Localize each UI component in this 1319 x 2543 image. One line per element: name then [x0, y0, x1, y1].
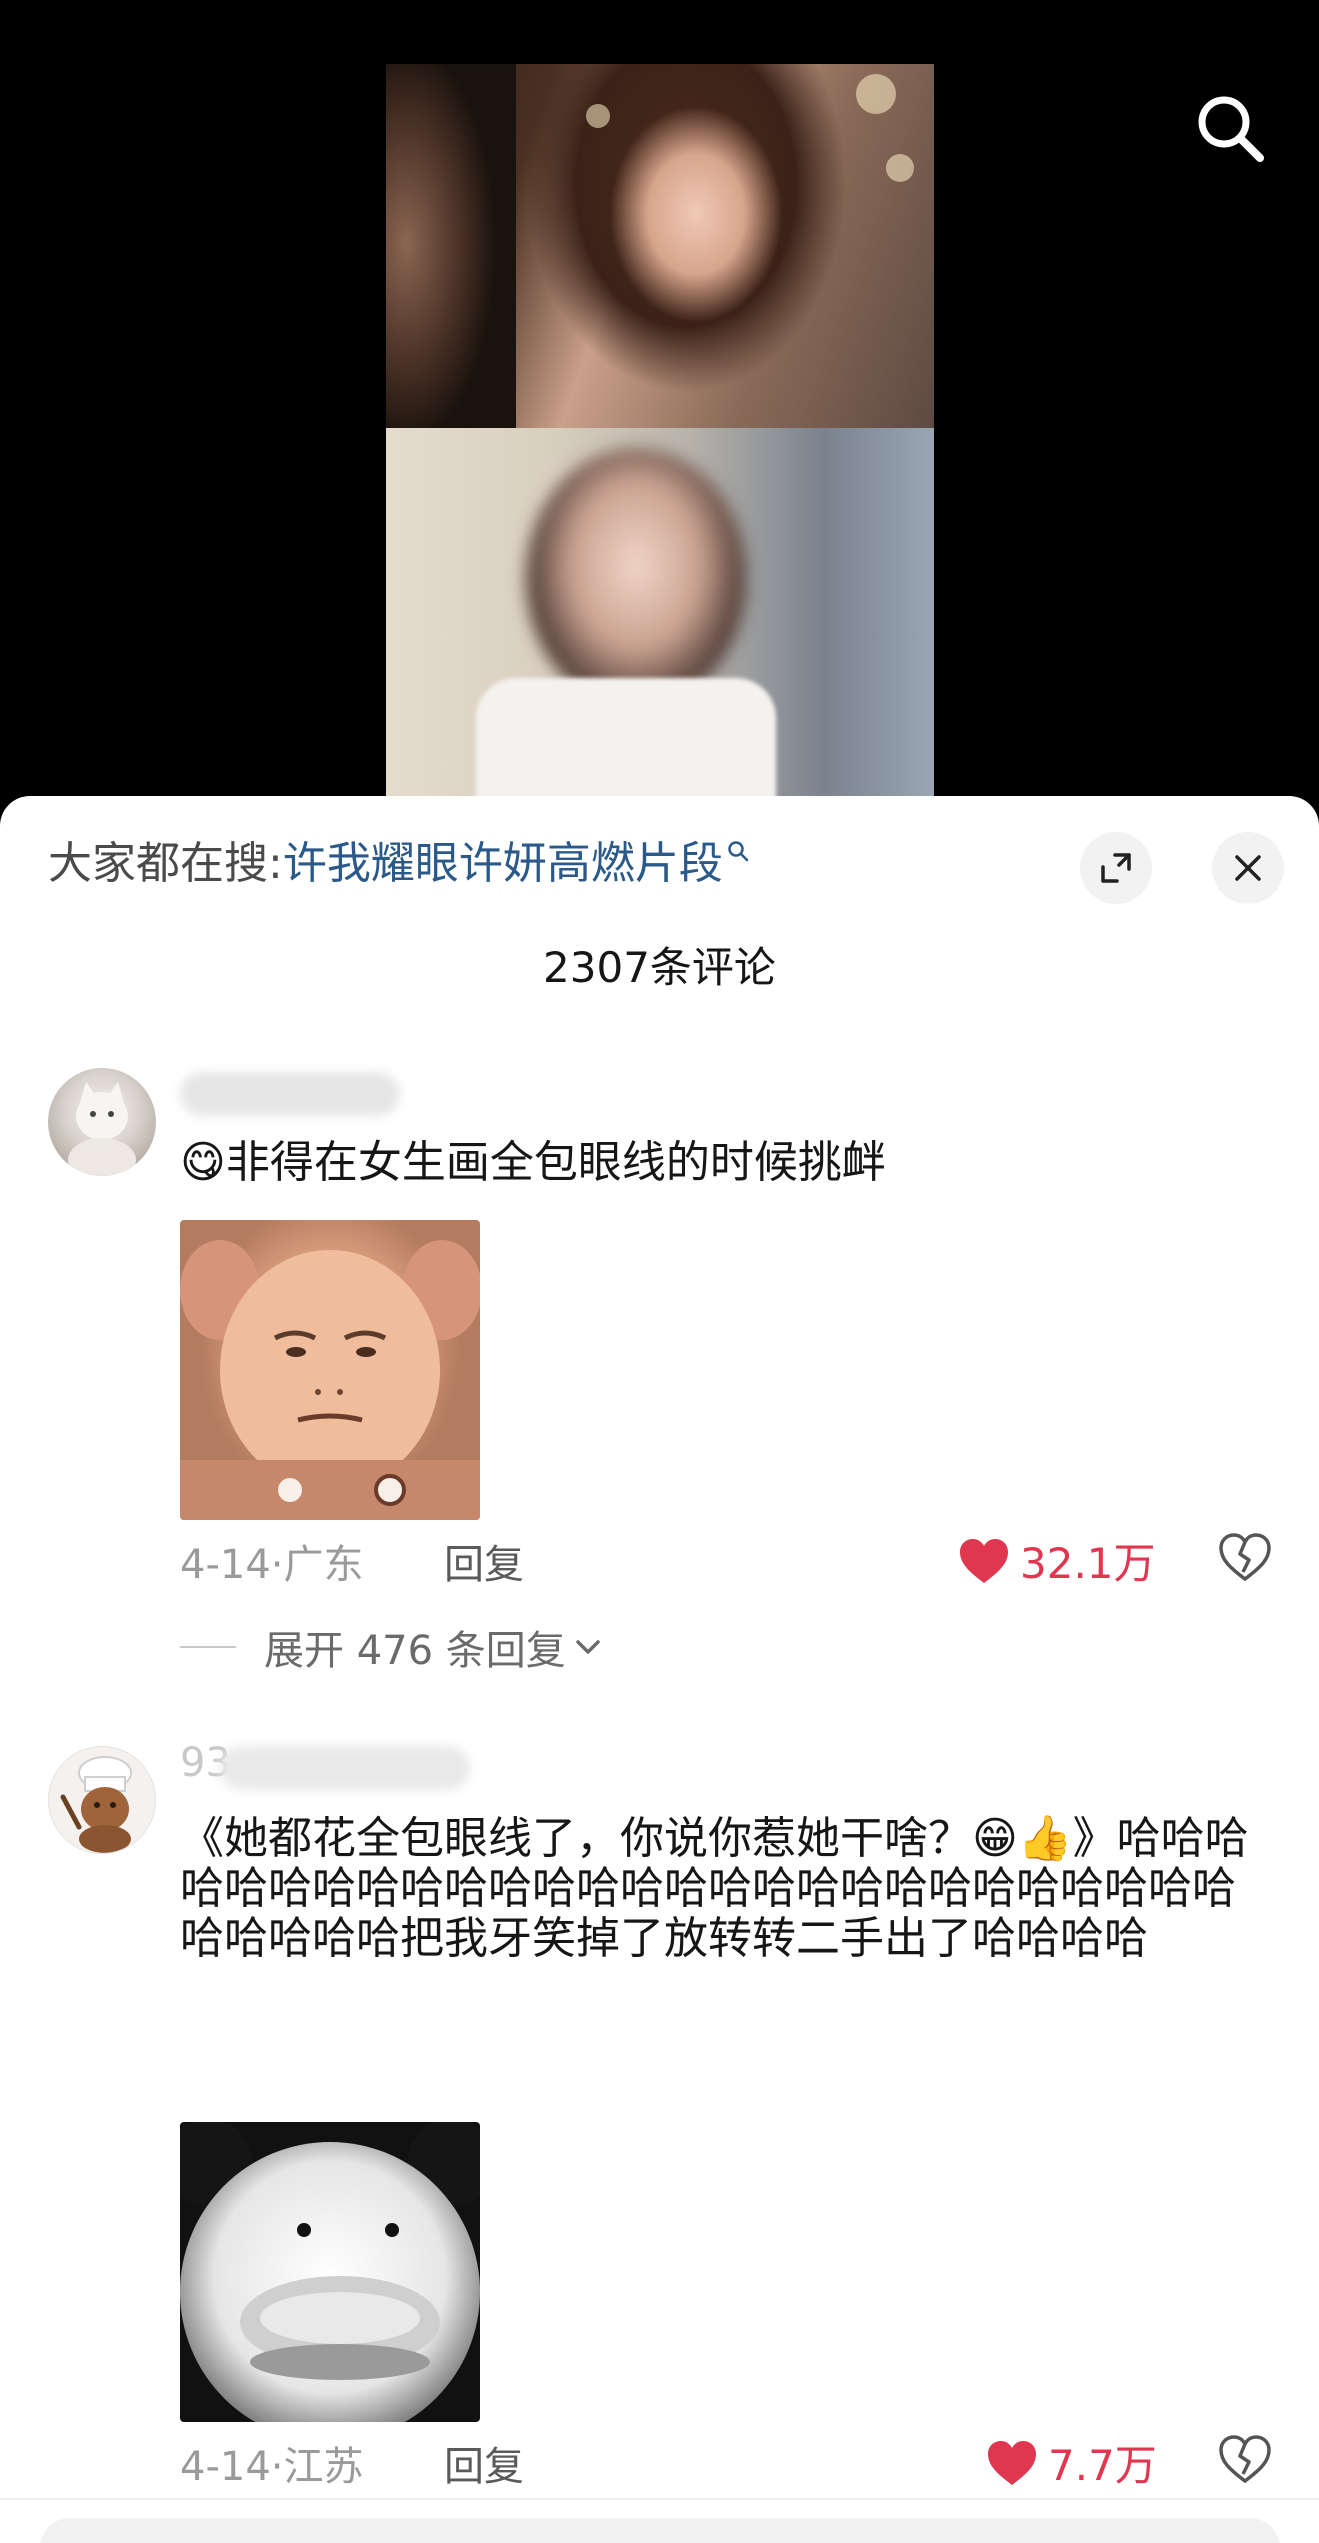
hot-search-term[interactable]: 许我耀眼许妍高燃片段 [283, 838, 723, 889]
search-icon[interactable] [1190, 88, 1270, 168]
expand-icon [1101, 853, 1131, 883]
white-blob-face-sticker-icon [180, 2122, 480, 2422]
comment-meta: 4-14·江苏 [180, 2444, 364, 2490]
video-bokeh-light [886, 154, 914, 182]
video-bokeh-light [856, 74, 896, 114]
video-figure-shirt [476, 678, 776, 800]
expand-button[interactable] [1080, 832, 1152, 904]
expand-replies-button[interactable]: 展开 476 条回复 [180, 1618, 602, 1676]
sticker-image[interactable] [180, 2122, 480, 2422]
avatar[interactable] [48, 1068, 156, 1176]
video-figure-man [386, 64, 516, 428]
close-icon [1235, 855, 1261, 881]
divider [180, 1646, 236, 1648]
reply-button[interactable]: 回复 [444, 2434, 524, 2492]
chevron-down-icon [576, 1640, 600, 1654]
sticker-image[interactable] [180, 1220, 480, 1520]
video-frame-top [386, 64, 934, 428]
pig-face-sticker-icon [180, 1240, 480, 1520]
heart-icon [988, 2440, 1036, 2485]
heart-icon [960, 1538, 1008, 1583]
blurred-face [526, 448, 746, 708]
like-button[interactable]: 7.7万 [986, 2432, 1157, 2493]
reply-button[interactable]: 回复 [444, 1532, 524, 1590]
video-frame-bottom [386, 428, 934, 800]
like-count: 32.1万 [1020, 1539, 1156, 1588]
like-count: 7.7万 [1048, 2441, 1157, 2490]
username-blurred[interactable] [180, 1072, 400, 1116]
comment-location: 江苏 [283, 2444, 364, 2490]
chef-cat-avatar-icon [60, 1756, 132, 1853]
comment-text: 《她都花全包眼线了，你说你惹她干啥？😁👍》哈哈哈哈哈哈哈哈哈哈哈哈哈哈哈哈哈哈哈… [180, 1813, 1249, 1964]
comment-date: 4-14 [180, 1542, 271, 1588]
comment-text: 😋非得在女生画全包眼线的时候挑衅 [180, 1137, 886, 1188]
hot-search-link[interactable]: 大家都在搜:许我耀眼许妍高燃片段 [48, 834, 749, 894]
comment-input-bar[interactable] [40, 2518, 1280, 2543]
hot-search-icon [728, 841, 749, 862]
comment-count: 2307条评论 [543, 943, 776, 992]
like-button[interactable]: 32.1万 [958, 1530, 1156, 1591]
video-player[interactable] [0, 0, 1319, 800]
hot-search-prefix: 大家都在搜: [48, 838, 283, 889]
divider [0, 2498, 1319, 2500]
comment-meta: 4-14·广东 [180, 1542, 364, 1588]
comment-location: 广东 [283, 1542, 364, 1588]
broken-heart-icon[interactable] [1218, 1532, 1272, 1582]
broken-heart-icon[interactable] [1218, 2434, 1272, 2484]
avatar[interactable] [48, 1746, 156, 1854]
comment-date: 4-14 [180, 2444, 271, 2490]
video-bokeh-light [586, 104, 610, 128]
close-button[interactable] [1212, 832, 1284, 904]
cat-avatar-icon [68, 1082, 136, 1176]
comment-sheet: 大家都在搜:许我耀眼许妍高燃片段 2307条评论 😋非得在女生画全包眼线的时候挑… [0, 796, 1319, 2543]
expand-replies-label: 展开 476 条回复 [264, 1628, 566, 1674]
username-blurred[interactable] [220, 1746, 470, 1790]
